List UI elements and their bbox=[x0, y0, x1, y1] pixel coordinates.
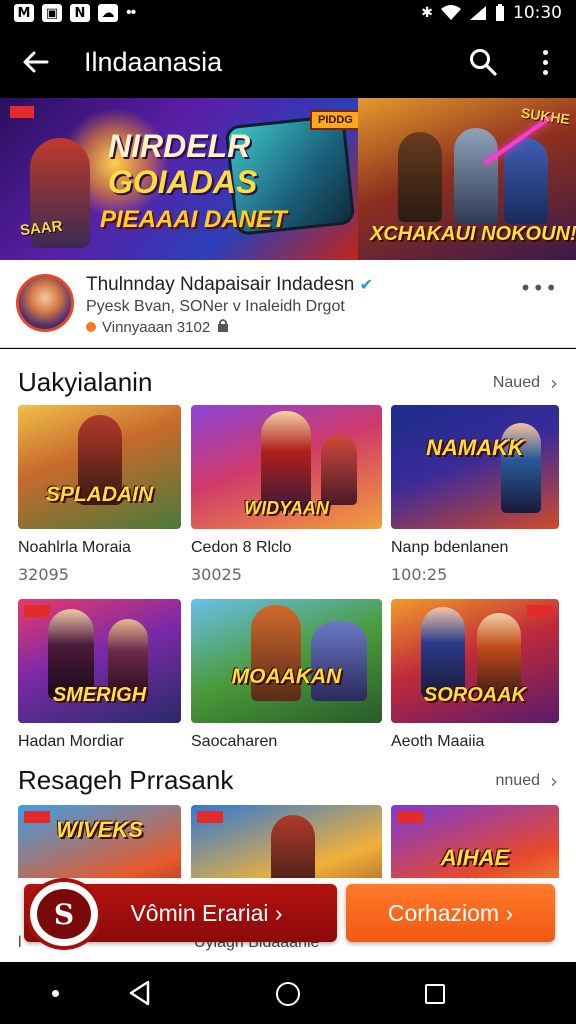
game-thumbnail[interactable]: MOAAKAN bbox=[191, 599, 382, 723]
thumb-figure bbox=[261, 411, 311, 511]
photo-notification-icon: ▣ bbox=[42, 4, 62, 22]
search-button[interactable] bbox=[452, 26, 514, 98]
game-card[interactable]: SOROAAK Aeoth Maaiia bbox=[391, 599, 559, 751]
game-title: Aeoth Maaiia bbox=[391, 733, 485, 750]
game-thumbnail[interactable]: SOROAAK bbox=[391, 599, 559, 723]
game-card[interactable]: MOAAKAN Saocaharen bbox=[191, 599, 382, 751]
game-card[interactable]: SMERIGH Hadan Mordiar bbox=[18, 599, 181, 751]
thumbnail-title: WIDYAAN bbox=[244, 498, 329, 518]
banner-figure-2 bbox=[454, 128, 498, 224]
banner-left-title-2: GOIADAS bbox=[108, 164, 258, 200]
secondary-action-button[interactable]: Corhaziom › bbox=[346, 884, 555, 942]
banner-left-title-1: NIRDELR bbox=[108, 128, 251, 164]
game-title: Hadan Mordiar bbox=[18, 733, 124, 750]
app-bar: Ilndaanasia bbox=[0, 26, 576, 98]
status-dot-icon bbox=[86, 322, 96, 332]
banner-right-title: XCHAKAUI NOKOUN! bbox=[370, 223, 576, 245]
nav-home-button[interactable] bbox=[276, 982, 300, 1006]
channel-meta-text: Vinnyaaan 3102 bbox=[102, 318, 211, 336]
game-count: 32095 bbox=[18, 565, 69, 584]
game-title: Saocaharen bbox=[191, 733, 278, 750]
avatar[interactable] bbox=[16, 274, 74, 332]
profile-more-button[interactable]: ••• bbox=[520, 276, 558, 300]
thumbnail-title: SPLADAIN bbox=[45, 483, 154, 506]
news-notification-icon: N bbox=[70, 4, 90, 22]
channel-name-text: Thulnnday Ndapaisair Indadesn bbox=[86, 274, 355, 295]
banner-left-image[interactable]: PIDDG NIRDELR GOIADAS PIEAAAI DANET SAAR bbox=[0, 98, 358, 260]
game-thumbnail[interactable]: SMERIGH bbox=[18, 599, 181, 723]
banner-right-image[interactable]: SUKHE XCHAKAUI NOKOUN! bbox=[358, 98, 576, 260]
section-more-label: nnued bbox=[495, 772, 541, 789]
nav-dot-icon bbox=[52, 990, 59, 997]
more-vertical-icon bbox=[542, 49, 548, 75]
banner-figure-3 bbox=[504, 138, 548, 224]
promo-banner[interactable]: PIDDG NIRDELR GOIADAS PIEAAAI DANET SAAR… bbox=[0, 98, 576, 260]
under-text-left: l bbox=[18, 934, 22, 951]
system-nav-bar bbox=[0, 962, 576, 1024]
game-count: 100:25 bbox=[391, 565, 448, 584]
section-more-link[interactable]: Naued › bbox=[493, 371, 558, 395]
channel-profile[interactable]: Thulnnday Ndapaisair Indadesn ✔ Pyesk Bv… bbox=[0, 260, 576, 348]
thumb-corner-tag bbox=[397, 811, 423, 823]
arrow-left-icon bbox=[23, 51, 49, 73]
thumbnail-title: AIHAE bbox=[440, 845, 510, 870]
game-thumbnail[interactable]: NAMAKK bbox=[391, 405, 559, 529]
search-icon bbox=[470, 49, 497, 76]
cloud-notification-icon: ☁ bbox=[98, 4, 118, 22]
thumb-figure bbox=[321, 435, 357, 505]
verified-icon: ✔ bbox=[359, 275, 373, 294]
game-title: Noahlrla Moraia bbox=[18, 539, 131, 556]
section-title: Resageh Prrasank bbox=[18, 765, 234, 795]
thumbnail-title: NAMAKK bbox=[426, 435, 524, 460]
battery-icon bbox=[496, 4, 504, 21]
back-button[interactable] bbox=[0, 26, 70, 98]
game-card[interactable]: NAMAKK Nanp bdenlanen 100:25 bbox=[391, 405, 559, 584]
thumb-figure bbox=[311, 621, 367, 701]
page-title: Ilndaanasia bbox=[84, 46, 223, 77]
app-logo-icon: S bbox=[37, 889, 91, 939]
channel-meta: Vinnyaaan 3102 bbox=[86, 318, 230, 336]
channel-subtitle: Pyesk Bvan, SONer v Inaleidh Drgot bbox=[86, 298, 345, 315]
clock: 10:30 bbox=[513, 3, 562, 23]
game-count: 30025 bbox=[191, 565, 242, 584]
thumbnail-title: WIVEKS bbox=[56, 817, 143, 842]
content-area[interactable]: Uakyialanin Naued › SPLADAIN Noahlrla Mo… bbox=[0, 349, 576, 961]
more-notifications-icon: •• bbox=[126, 4, 136, 21]
section-header-1: Uakyialanin Naued › bbox=[0, 363, 576, 403]
banner-right-tag: SUKHE bbox=[520, 104, 571, 128]
section-more-label: Naued bbox=[492, 374, 540, 391]
thumbnail-title: MOAAKAN bbox=[231, 665, 342, 688]
section-more-link[interactable]: nnued › bbox=[496, 769, 559, 793]
game-card[interactable]: WIDYAAN Cedon 8 Rlclo 30025 bbox=[191, 405, 382, 584]
game-thumbnail[interactable]: SPLADAIN bbox=[18, 405, 181, 529]
channel-name: Thulnnday Ndapaisair Indadesn ✔ bbox=[86, 274, 373, 296]
game-card[interactable]: SPLADAIN Noahlrla Moraia 32095 bbox=[18, 405, 181, 584]
chevron-right-icon: › bbox=[550, 769, 558, 793]
banner-red-tag bbox=[10, 106, 34, 118]
nav-recents-button[interactable] bbox=[425, 984, 445, 1004]
no-signal-icon bbox=[470, 6, 486, 20]
lock-icon bbox=[216, 318, 230, 336]
thumbnail-title: SOROAAK bbox=[423, 684, 527, 706]
thumb-corner-tag bbox=[197, 811, 223, 823]
thumb-corner-tag bbox=[24, 605, 50, 617]
bluetooth-icon: ✱ bbox=[421, 5, 433, 21]
banner-figure-1 bbox=[398, 132, 442, 222]
section-header-2: Resageh Prrasank nnued › bbox=[0, 761, 576, 801]
game-title: Cedon 8 Rlclo bbox=[191, 539, 292, 556]
gmail-notification-icon: M bbox=[14, 4, 34, 22]
wifi-icon bbox=[441, 5, 461, 20]
banner-left-subtitle: PIEAAAI DANET bbox=[100, 206, 287, 233]
chevron-right-icon: › bbox=[550, 371, 558, 395]
section-title: Uakyialanin bbox=[18, 367, 153, 397]
thumb-corner-tag bbox=[527, 605, 553, 617]
banner-left-tag: PIDDG bbox=[310, 110, 358, 130]
app-logo[interactable]: S bbox=[26, 878, 102, 950]
thumbnail-title: SMERIGH bbox=[52, 684, 147, 706]
more-options-button[interactable] bbox=[514, 26, 576, 98]
nav-back-button[interactable] bbox=[128, 980, 152, 1006]
game-thumbnail[interactable]: WIDYAAN bbox=[191, 405, 382, 529]
game-title: Nanp bdenlanen bbox=[391, 539, 509, 556]
status-bar: M ▣ N ☁ •• ✱ 10:30 bbox=[0, 0, 576, 26]
